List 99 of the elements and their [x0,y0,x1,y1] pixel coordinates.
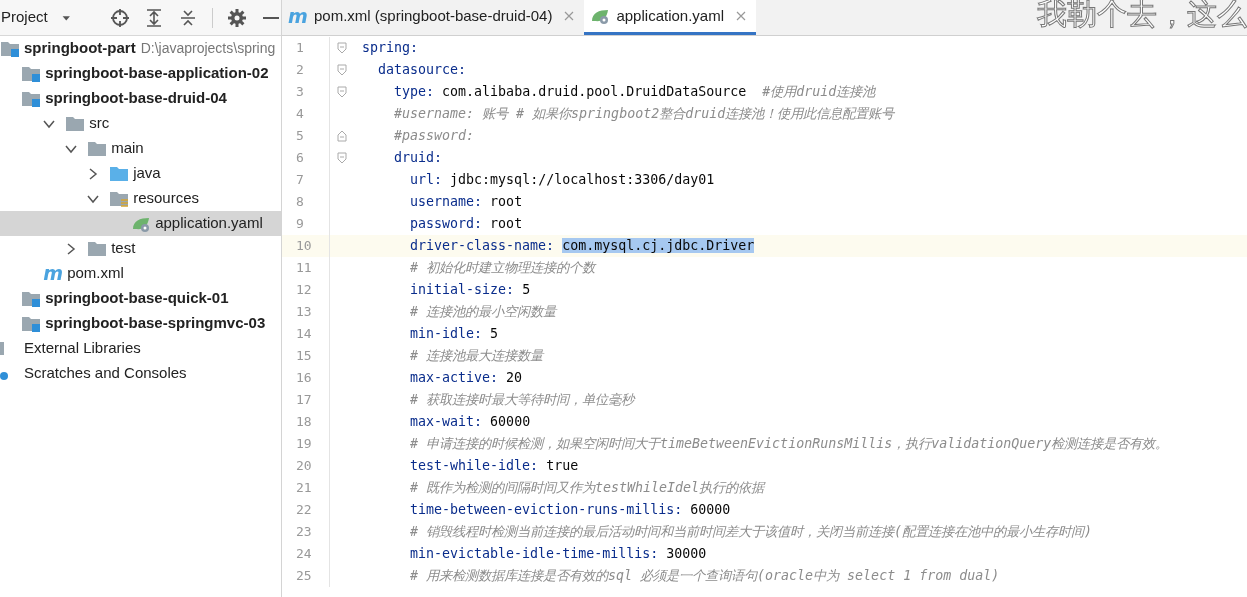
folder-icon [65,114,86,133]
tree-row[interactable]: springboot-base-application-02 [0,61,281,86]
tree-row[interactable]: Scratches and Consoles [0,361,281,386]
line-number: 1 [282,37,330,59]
tree-row[interactable]: application.yaml [0,211,281,236]
tree-row[interactable]: main [0,136,281,161]
close-icon[interactable] [736,11,746,21]
crosshair-icon[interactable] [110,7,131,28]
tree-label: springboot-base-application-02 [45,63,269,84]
maven-icon: m [288,6,308,26]
line-number: 12 [282,279,330,301]
library-icon [0,342,4,355]
tree-row[interactable]: test [0,236,281,261]
tree-row[interactable]: springboot-base-springmvc-03 [0,311,281,336]
line-number: 4 [282,103,330,125]
code-line: time-between-eviction-runs-millis: 60000 [409,501,731,520]
tree-label: resources [133,188,200,209]
code-line: # 销毁线程时检测当前连接的最后活动时间和当前时间差大于该值时，关闭当前连接(配置连接在池中的最小生存时间) [409,523,1093,542]
code-line: # 连接池最大连接数量 [409,347,544,366]
editor-tab[interactable]: m pom.xml (springboot-base-druid-04) [282,0,585,35]
tree-label: test [111,238,136,259]
tree-row[interactable]: java [0,161,281,186]
scratch-icon [0,371,8,380]
line-number: 5 [282,125,330,147]
code-line: type: com.alibaba.druid.pool.DruidDataSource #使用druid连接池 [393,83,876,102]
line-number: 15 [282,345,330,367]
code-line: # 连接池的最小空闲数量 [409,303,557,322]
line-number: 6 [282,147,330,169]
line-number: 13 [282,301,330,323]
maven-icon: m [43,264,64,283]
module-icon [21,289,42,308]
code-line: # 既作为检测的间隔时间又作为testWhileIdel执行的依据 [409,479,765,498]
folder-icon [109,164,130,183]
module-icon [21,314,42,333]
line-number: 16 [282,367,330,389]
line-number: 14 [282,323,330,345]
leaf-icon [590,7,611,25]
code-line: # 获取连接时最大等待时间，单位毫秒 [409,391,635,410]
tree-label: pom.xml [67,263,124,284]
line-number: 17 [282,389,330,411]
tree-label: springboot-base-springmvc-03 [45,313,266,334]
project-path: D:\javaprojects\spring [140,39,276,58]
line-number: 21 [282,477,330,499]
tree-row[interactable]: External Libraries [0,336,281,361]
tree-row[interactable]: resources [0,186,281,211]
line-number: 20 [282,455,330,477]
line-number: 11 [282,257,330,279]
folder-icon [109,189,130,208]
code-line: max-active: 20 [409,369,523,388]
line-number: 25 [282,565,330,587]
code-line: min-idle: 5 [409,325,499,344]
tree-row[interactable]: m pom.xml [0,261,281,286]
line-number: 23 [282,521,330,543]
tree-label: springboot-base-druid-04 [45,88,227,109]
code-line: druid: [393,149,443,168]
tree-row[interactable]: src [0,111,281,136]
tree-row[interactable]: springboot-base-druid-04 [0,86,281,111]
settings-icon[interactable] [227,7,247,28]
folder-icon [87,239,108,258]
tree-label: src [89,113,110,134]
tree-label: springboot-base-quick-01 [45,288,229,309]
code-line: driver-class-name: com.mysql.cj.jdbc.Driver [409,237,755,256]
line-number: 24 [282,543,330,565]
tree-label: main [111,138,144,159]
code-line: initial-size: 5 [409,281,531,300]
code-line: username: root [409,193,523,212]
line-number: 19 [282,433,330,455]
panel-title[interactable]: Project [1,6,48,29]
folder-icon [87,139,108,158]
line-number: 22 [282,499,330,521]
editor-tab[interactable]: application.yaml [584,0,756,35]
tree-label: springboot-part [24,38,136,59]
module-icon [0,39,20,58]
code-line: datasource: [377,61,467,80]
code-line: spring: [361,39,419,58]
line-number: 18 [282,411,330,433]
module-icon [21,89,42,108]
code-line: test-while-idle: true [409,457,579,476]
code-line: #password: [393,127,475,146]
tree-row[interactable]: springboot-base-quick-01 [0,286,281,311]
code-line: # 申请连接的时候检测，如果空闲时间大于timeBetweenEvictionRunsMillis，执行validationQuery检测连接是否有效。 [409,435,1169,454]
close-icon[interactable] [564,11,575,21]
tree-label: application.yaml [155,213,263,234]
code-line: min-evictable-idle-time-millis: 30000 [409,545,707,564]
code-line: password: root [409,215,523,234]
code-line: # 用来检测数据库连接是否有效的sql 必须是一个查询语句(oracle中为 select 1 from dual) [409,567,1000,586]
line-number: 7 [282,169,330,191]
tree-label: External Libraries [24,338,141,359]
tree-label: Scratches and Consoles [24,363,187,384]
code-line: max-wait: 60000 [409,413,531,432]
tree-label: java [133,163,161,184]
module-icon [21,64,42,83]
code-line: # 初始化时建立物理连接的个数 [409,259,596,278]
code-line: url: jdbc:mysql://localhost:3306/day01 [409,171,715,190]
line-number: 8 [282,191,330,213]
line-number: 3 [282,81,330,103]
code-line: #username: 账号 # 如果你springboot2整合druid连接池！使用此信息配置账号 [393,105,895,124]
tree-row[interactable]: springboot-part D:\javaprojects\spring [0,36,281,61]
line-number: 2 [282,59,330,81]
